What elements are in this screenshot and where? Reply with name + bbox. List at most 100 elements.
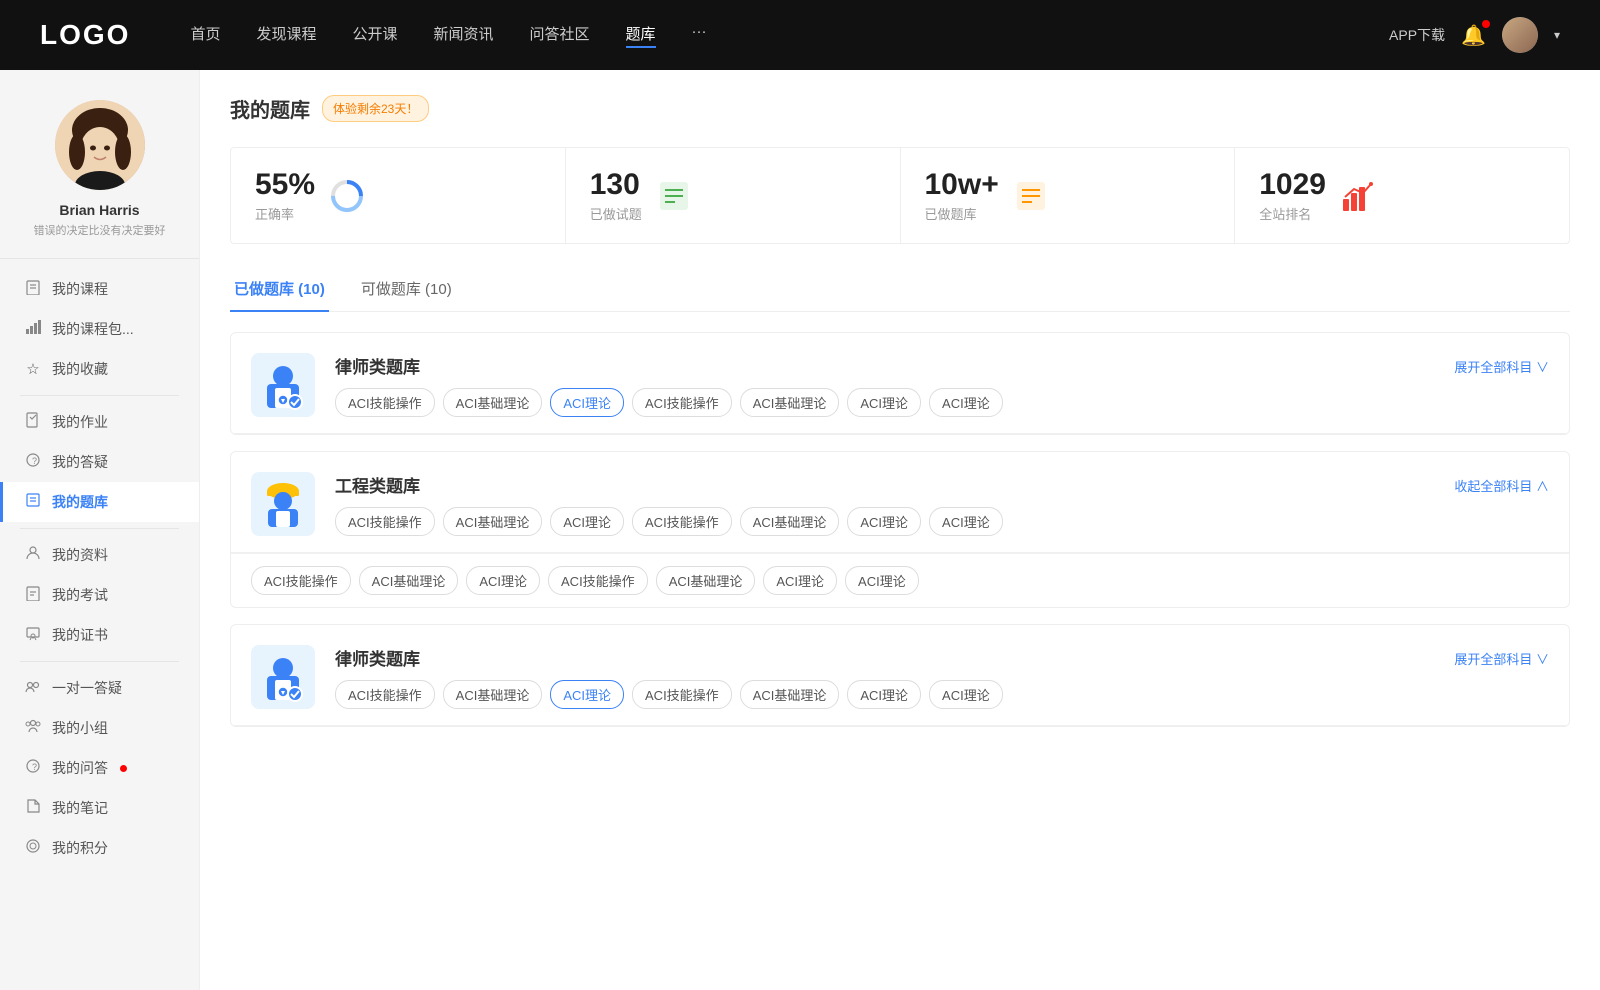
avatar-image — [55, 100, 145, 190]
my-notes-label: 我的笔记 — [52, 798, 108, 818]
my-group-icon — [24, 718, 42, 738]
sidebar-item-my-bank[interactable]: 我的题库 — [0, 482, 199, 522]
sidebar-item-my-cert[interactable]: 我的证书 — [0, 615, 199, 655]
bank-tag-0-2[interactable]: ACI理论 — [550, 388, 624, 417]
my-exam-icon — [24, 585, 42, 605]
sidebar-item-my-pkg[interactable]: 我的课程包... — [0, 309, 199, 349]
sidebar-item-one-on-one[interactable]: 一对一答疑 — [0, 668, 199, 708]
bank-tag-0-6[interactable]: ACI理论 — [929, 388, 1003, 417]
stat-rank: 1029 全站排名 — [1235, 148, 1569, 243]
bank-tag-2-5[interactable]: ACI理论 — [847, 680, 921, 709]
nav-bank[interactable]: 题库 — [626, 23, 656, 48]
bank-header-0: 律师类题库 ACI技能操作 ACI基础理论 ACI理论 ACI技能操作 ACI基… — [231, 333, 1569, 434]
my-cert-label: 我的证书 — [52, 625, 108, 645]
lawyer-person-svg — [261, 360, 305, 410]
page-title: 我的题库 — [230, 94, 310, 123]
bank-title-2: 律师类题库 — [335, 645, 1434, 670]
bank-icon-lawyer-0 — [251, 353, 315, 417]
my-cert-icon — [24, 625, 42, 645]
nav-news[interactable]: 新闻资讯 — [434, 23, 494, 48]
bank-extra-tag-1-1[interactable]: ACI基础理论 — [359, 566, 459, 595]
bank-tag-1-5[interactable]: ACI理论 — [847, 507, 921, 536]
my-points-label: 我的积分 — [52, 838, 108, 858]
bank-tag-1-1[interactable]: ACI基础理论 — [443, 507, 543, 536]
bank-tag-1-3[interactable]: ACI技能操作 — [632, 507, 732, 536]
user-menu-chevron[interactable]: ▾ — [1554, 28, 1560, 42]
nav-more[interactable]: ··· — [692, 23, 707, 48]
page-title-row: 我的题库 体验剩余23天！ — [230, 94, 1570, 123]
stat-label-rate: 正确率 — [255, 204, 315, 223]
bank-header-1: 工程类题库 ACI技能操作 ACI基础理论 ACI理论 ACI技能操作 ACI基… — [231, 452, 1569, 553]
bank-tag-1-6[interactable]: ACI理论 — [929, 507, 1003, 536]
stat-text-done: 130 已做试题 — [590, 168, 642, 223]
one-on-one-icon — [24, 678, 42, 698]
bank-tag-2-6[interactable]: ACI理论 — [929, 680, 1003, 709]
bank-tag-0-3[interactable]: ACI技能操作 — [632, 388, 732, 417]
bank-tag-0-5[interactable]: ACI理论 — [847, 388, 921, 417]
sidebar-divider-2 — [20, 528, 179, 529]
bank-expand-0[interactable]: 展开全部科目 ∨ — [1454, 353, 1549, 376]
bank-tag-0-4[interactable]: ACI基础理论 — [740, 388, 840, 417]
bank-tag-1-0[interactable]: ACI技能操作 — [335, 507, 435, 536]
stat-label-done: 已做试题 — [590, 204, 642, 223]
bank-extra-tag-1-0[interactable]: ACI技能操作 — [251, 566, 351, 595]
navbar-links: 首页 发现课程 公开课 新闻资讯 问答社区 题库 ··· — [190, 23, 1389, 48]
stat-value-done: 130 — [590, 168, 642, 202]
tab-done-banks[interactable]: 已做题库 (10) — [230, 268, 329, 311]
tabs-row: 已做题库 (10) 可做题库 (10) — [230, 268, 1570, 312]
bank-tags-1: ACI技能操作 ACI基础理论 ACI理论 ACI技能操作 ACI基础理论 AC… — [335, 507, 1434, 536]
bank-extra-tag-1-4[interactable]: ACI基础理论 — [656, 566, 756, 595]
bank-tag-0-0[interactable]: ACI技能操作 — [335, 388, 435, 417]
bank-tag-2-0[interactable]: ACI技能操作 — [335, 680, 435, 709]
my-question-icon: ? — [24, 758, 42, 778]
stat-text-rate: 55% 正确率 — [255, 168, 315, 223]
sidebar-divider-3 — [20, 661, 179, 662]
bank-section-1: 工程类题库 ACI技能操作 ACI基础理论 ACI理论 ACI技能操作 ACI基… — [230, 451, 1570, 608]
bank-tag-0-1[interactable]: ACI基础理论 — [443, 388, 543, 417]
bank-extra-tag-1-3[interactable]: ACI技能操作 — [548, 566, 648, 595]
my-hw-label: 我的作业 — [52, 412, 108, 432]
sidebar-item-my-homework[interactable]: 我的作业 — [0, 402, 199, 442]
user-avatar[interactable] — [1502, 17, 1538, 53]
bank-tag-1-4[interactable]: ACI基础理论 — [740, 507, 840, 536]
bank-extra-tag-1-5[interactable]: ACI理论 — [763, 566, 837, 595]
nav-open-course[interactable]: 公开课 — [352, 23, 397, 48]
bell-icon: 🔔 — [1461, 25, 1486, 47]
my-bank-label: 我的题库 — [52, 492, 108, 512]
sidebar-item-my-notes[interactable]: 我的笔记 — [0, 788, 199, 828]
my-fav-label: 我的收藏 — [52, 359, 108, 379]
bank-expand-2[interactable]: 展开全部科目 ∨ — [1454, 645, 1549, 668]
sidebar-item-my-qa[interactable]: ? 我的答疑 — [0, 442, 199, 482]
tab-available-banks[interactable]: 可做题库 (10) — [357, 268, 456, 311]
notification-bell[interactable]: 🔔 — [1461, 23, 1486, 48]
bank-tag-2-4[interactable]: ACI基础理论 — [740, 680, 840, 709]
nav-home[interactable]: 首页 — [190, 23, 220, 48]
my-profile-label: 我的资料 — [52, 545, 108, 565]
nav-courses[interactable]: 发现课程 — [256, 23, 316, 48]
stat-icon-banks — [1013, 178, 1049, 214]
nav-qa[interactable]: 问答社区 — [530, 23, 590, 48]
my-qa-label: 我的答疑 — [52, 452, 108, 472]
avatar-image — [1502, 17, 1538, 53]
bank-tag-2-2[interactable]: ACI理论 — [550, 680, 624, 709]
bank-expand-1[interactable]: 收起全部科目 ∧ — [1454, 472, 1549, 495]
sidebar-item-my-question[interactable]: ? 我的问答 — [0, 748, 199, 788]
bank-tag-2-1[interactable]: ACI基础理论 — [443, 680, 543, 709]
bank-tag-1-2[interactable]: ACI理论 — [550, 507, 624, 536]
sidebar-item-my-group[interactable]: 我的小组 — [0, 708, 199, 748]
bank-tag-2-3[interactable]: ACI技能操作 — [632, 680, 732, 709]
sidebar-item-my-points[interactable]: 我的积分 — [0, 828, 199, 868]
sidebar-item-my-profile[interactable]: 我的资料 — [0, 535, 199, 575]
sidebar-divider-1 — [20, 395, 179, 396]
my-bank-icon — [24, 492, 42, 512]
sidebar-item-my-fav[interactable]: ☆ 我的收藏 — [0, 349, 199, 389]
bank-extra-tag-1-6[interactable]: ACI理论 — [845, 566, 919, 595]
sidebar-item-my-course[interactable]: 我的课程 — [0, 269, 199, 309]
stat-label-rank: 全站排名 — [1259, 204, 1326, 223]
svg-text:?: ? — [32, 762, 37, 772]
app-download-link[interactable]: APP下载 — [1389, 25, 1445, 45]
stat-text-banks: 10w+ 已做题库 — [925, 168, 999, 223]
stat-value-rate: 55% — [255, 168, 315, 202]
sidebar-item-my-exam[interactable]: 我的考试 — [0, 575, 199, 615]
bank-extra-tag-1-2[interactable]: ACI理论 — [466, 566, 540, 595]
